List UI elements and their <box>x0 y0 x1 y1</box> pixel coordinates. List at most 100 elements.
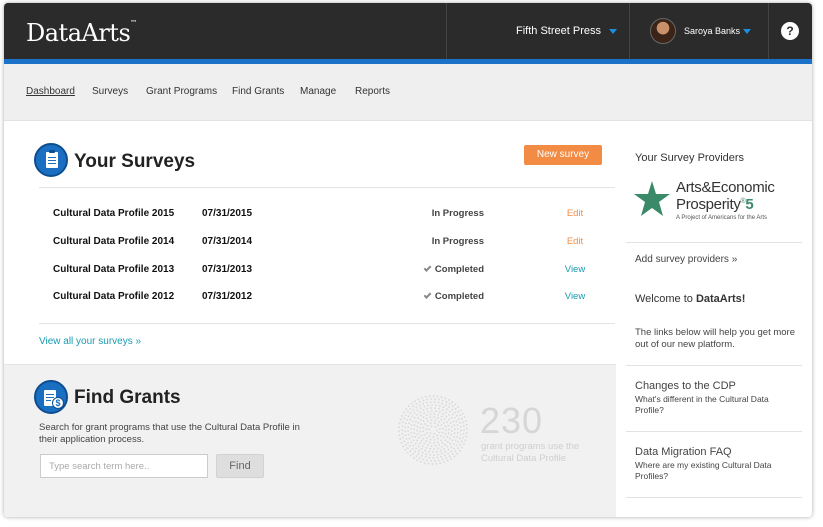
nav-reports[interactable]: Reports <box>355 86 390 97</box>
help-icon[interactable]: ? <box>781 22 799 40</box>
data-migration-faq-link[interactable]: Data Migration FAQ <box>635 446 732 458</box>
nav-grant-programs[interactable]: Grant Programs <box>146 86 217 97</box>
decorative-dot <box>419 460 422 463</box>
survey-name[interactable]: Cultural Data Profile 2012 <box>53 291 174 302</box>
decorative-dot <box>438 421 440 423</box>
decorative-dot <box>451 405 454 408</box>
decorative-dot <box>457 428 459 430</box>
decorative-dot <box>451 453 454 455</box>
decorative-dot <box>406 451 409 454</box>
decorative-dot <box>466 431 468 434</box>
organization-selector[interactable]: Fifth Street Press <box>516 25 617 37</box>
decorative-dot <box>410 402 413 405</box>
decorative-dot <box>427 410 429 413</box>
add-survey-providers-link[interactable]: Add survey providers » <box>635 254 737 266</box>
decorative-dot <box>421 445 424 447</box>
survey-name[interactable]: Cultural Data Profile 2014 <box>53 236 174 247</box>
decorative-dot <box>455 420 458 423</box>
decorative-dot <box>404 434 407 437</box>
decorative-dot <box>454 407 457 410</box>
decorative-dot <box>423 412 426 415</box>
nav-manage[interactable]: Manage <box>300 86 336 97</box>
decorative-dot <box>439 462 442 465</box>
decorative-dot <box>450 446 453 448</box>
find-grants-section: $ Find Grants Search for grant programs … <box>4 364 616 517</box>
divider <box>39 187 615 188</box>
decorative-dot <box>414 436 417 438</box>
decorative-dot <box>401 425 404 427</box>
decorative-dot <box>422 437 425 440</box>
decorative-dot <box>430 407 432 409</box>
decorative-dot <box>442 427 444 430</box>
decorative-dot <box>443 461 445 464</box>
decorative-dot <box>463 416 466 419</box>
survey-name[interactable]: Cultural Data Profile 2013 <box>53 264 174 275</box>
top-bar: DataArts™ Fifth Street Press Saroya Bank… <box>4 3 812 59</box>
decorative-dot <box>440 424 443 426</box>
decorative-dot <box>398 422 401 425</box>
decorative-dot <box>401 432 404 435</box>
decorative-dot <box>444 439 447 442</box>
decorative-dot <box>443 418 446 420</box>
decorative-dot <box>418 437 420 439</box>
edit-link[interactable]: Edit <box>554 208 596 219</box>
user-name: Saroya Banks <box>684 26 741 36</box>
decorative-dot <box>424 456 427 458</box>
decorative-dot <box>461 446 464 449</box>
decorative-dot <box>426 424 429 427</box>
avatar[interactable] <box>650 18 676 44</box>
decorative-dot <box>438 407 440 410</box>
logo[interactable]: DataArts™ <box>26 19 137 47</box>
decorative-dot <box>443 454 446 457</box>
decorative-dot <box>419 418 422 421</box>
decorative-dot <box>415 420 417 423</box>
decorative-dot <box>418 457 421 459</box>
decorative-dot <box>412 452 415 455</box>
decorative-dot <box>433 448 436 450</box>
decorative-dot <box>422 426 425 429</box>
chevron-down-icon <box>608 28 617 34</box>
decorative-dot <box>444 443 446 446</box>
data-migration-faq-subtitle: Where are my existing Cultural Data Prof… <box>635 460 772 481</box>
changes-to-cdp-link[interactable]: Changes to the CDP <box>635 380 736 392</box>
decorative-dot <box>437 437 439 440</box>
decorative-dot <box>422 416 425 419</box>
decorative-dot <box>410 428 412 430</box>
new-survey-button[interactable]: New survey <box>524 145 602 165</box>
provider-logo-tagline: A Project of Americans for the Arts <box>676 215 768 221</box>
decorative-dot <box>423 405 426 408</box>
decorative-dot <box>398 434 401 437</box>
decorative-dot <box>457 418 460 421</box>
logo-text: DataArts <box>26 19 131 47</box>
decorative-dot <box>425 401 428 404</box>
nav-surveys[interactable]: Surveys <box>92 86 128 97</box>
grant-search-input[interactable]: Type search term here.. <box>40 454 208 478</box>
view-link[interactable]: View <box>554 264 596 275</box>
nav-find-grants[interactable]: Find Grants <box>232 86 284 97</box>
decorative-dot <box>404 448 407 451</box>
decorative-dot <box>462 433 465 435</box>
decorative-dot <box>442 421 445 424</box>
survey-name[interactable]: Cultural Data Profile 2015 <box>53 208 174 219</box>
decorative-dot <box>418 449 421 452</box>
grant-document-icon: $ <box>34 380 68 414</box>
decorative-dot <box>440 439 442 442</box>
decorative-dot <box>419 430 422 433</box>
decorative-dot <box>447 452 450 455</box>
provider-logo[interactable]: Arts&Economic Prosperity®5 A Project of … <box>632 177 802 227</box>
edit-link[interactable]: Edit <box>554 236 596 247</box>
welcome-brand: DataArts! <box>695 293 746 305</box>
decorative-dot <box>425 453 428 455</box>
nav-dashboard[interactable]: Dashboard <box>26 86 75 97</box>
find-button[interactable]: Find <box>216 454 264 478</box>
decorative-dot <box>404 444 407 446</box>
decorative-dot <box>417 453 420 455</box>
decorative-dot <box>398 430 400 433</box>
view-all-surveys-link[interactable]: View all your surveys » <box>39 336 141 347</box>
decorative-dot <box>429 416 432 419</box>
view-link[interactable]: View <box>554 291 596 302</box>
decorative-dot <box>421 396 423 399</box>
user-menu[interactable]: Saroya Banks <box>684 26 752 36</box>
decorative-dot <box>429 432 432 435</box>
decorative-dot <box>440 415 443 418</box>
